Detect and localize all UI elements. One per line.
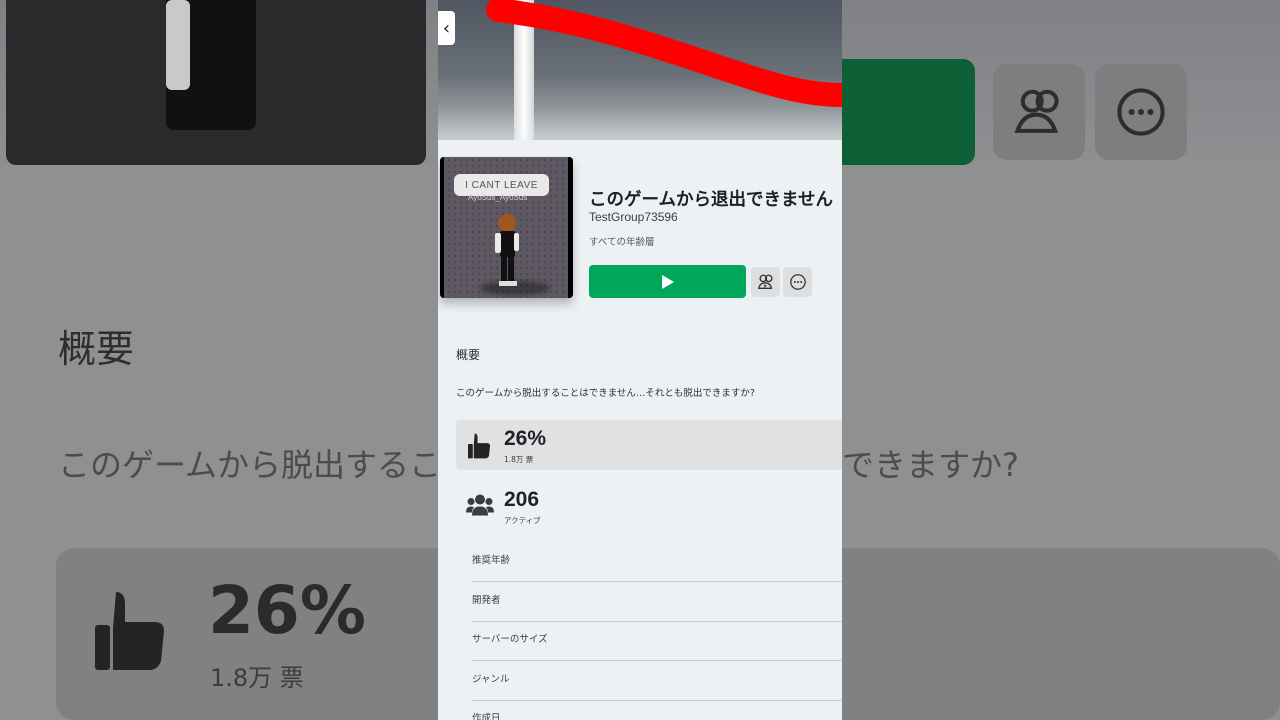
about-heading: 概要 — [456, 348, 481, 362]
play-icon — [661, 274, 674, 289]
about-description: このゲームから脱出することはできません…それとも脱出できますか? — [456, 388, 755, 399]
info-row-developer: 開発者 — [472, 582, 842, 622]
rating-percent: 26% — [504, 427, 547, 450]
active-count: 206 — [504, 488, 540, 511]
game-creator-link[interactable]: TestGroup73596 — [589, 210, 678, 224]
info-row-recommended-age: 推奨年齢 — [472, 542, 842, 582]
thumbnail-subtext: AyoSus_AyoSus — [468, 193, 528, 202]
friends-icon — [757, 274, 773, 289]
users-icon — [466, 494, 494, 516]
info-row-created: 作成日 — [472, 700, 842, 720]
active-label: アクティブ — [504, 516, 541, 525]
info-row-label: 推奨年齢 — [472, 555, 511, 566]
info-row-label: 開発者 — [472, 595, 501, 606]
thumbs-up-icon — [468, 433, 491, 459]
info-row-genre: ジャンル — [472, 661, 842, 701]
game-title: このゲームから退出できません — [589, 190, 833, 210]
info-row-label: 作成日 — [472, 713, 501, 720]
play-button[interactable] — [589, 265, 746, 298]
thumbnail-avatar — [495, 214, 519, 286]
game-details-panel: ‹ I CANT LEAVE AyoSus_AyoSus このゲームから退出でき… — [438, 0, 842, 720]
back-button[interactable]: ‹ — [438, 11, 455, 45]
thumbnail-edge-left — [440, 157, 444, 298]
info-row-label: サーバーのサイズ — [472, 634, 548, 645]
info-row-label: ジャンル — [472, 674, 510, 685]
more-icon — [789, 274, 806, 290]
age-rating: すべての年齢層 — [589, 237, 655, 248]
play-with-friends-button[interactable] — [751, 267, 780, 297]
game-thumbnail[interactable]: I CANT LEAVE AyoSus_AyoSus — [440, 157, 573, 298]
chevron-left-icon: ‹ — [442, 17, 451, 39]
info-row-server-size: サーバーのサイズ — [472, 621, 842, 661]
thumbnail-edge-right — [568, 157, 573, 298]
rating-votes: 1.8万 票 — [504, 455, 534, 464]
more-options-button[interactable] — [783, 267, 812, 297]
